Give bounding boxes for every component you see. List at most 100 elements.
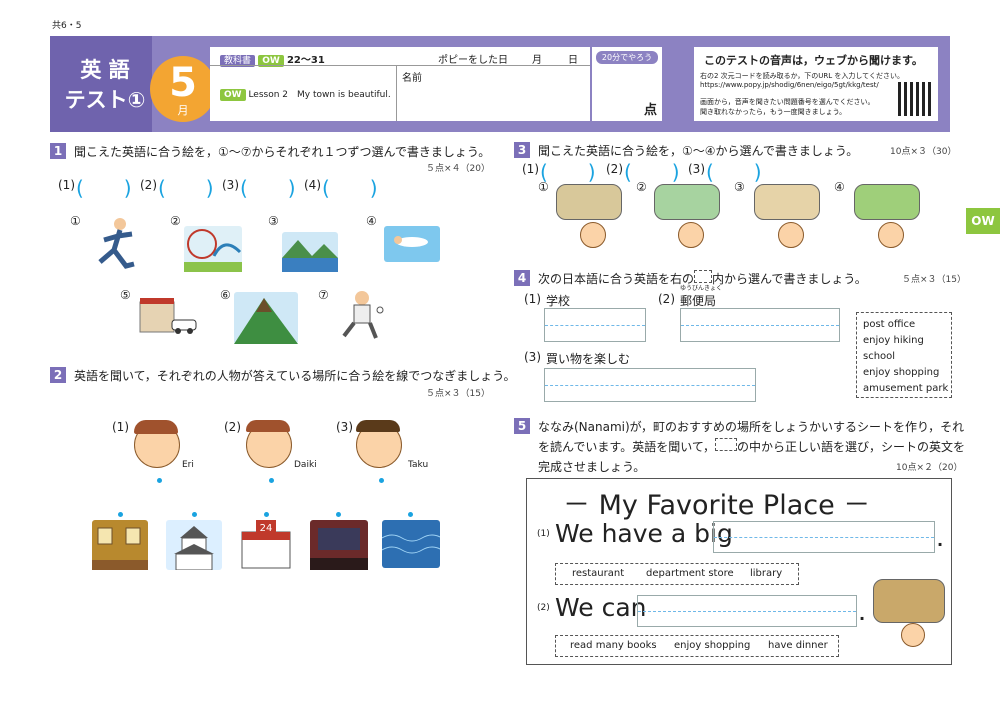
- girl-face-1: [580, 222, 606, 248]
- q1-answer-3[interactable]: ( ): [240, 172, 296, 201]
- title-line2: テスト①: [64, 88, 146, 112]
- q1-answer-label: (1): [58, 178, 75, 192]
- q2-person-number: (3): [336, 420, 353, 434]
- sheet-title: － My Favorite Place －: [563, 490, 871, 521]
- runner-picture: [90, 216, 140, 276]
- choice-school: school: [863, 351, 896, 362]
- choice-restaurant: restaurant: [572, 568, 625, 579]
- police-station-picture: [136, 296, 198, 334]
- field-picture: [854, 184, 920, 220]
- q3-answer-label: (3): [688, 162, 705, 176]
- q1-answer-4[interactable]: ( ): [322, 172, 378, 201]
- score-box: 20分でやろう 点: [592, 47, 662, 121]
- notice-url[interactable]: https://www.popy.jp/shodig/6nen/eigo/5gt…: [700, 81, 879, 89]
- q4-item-school: 学校: [546, 294, 571, 308]
- q1-answer-2[interactable]: ( ): [158, 172, 214, 201]
- connect-dot[interactable]: [118, 512, 123, 517]
- time-badge: 20分でやろう: [596, 51, 658, 64]
- q2-number: 2: [50, 367, 66, 383]
- q5-line3: 完成させましょう。: [538, 460, 646, 474]
- connect-dot[interactable]: [408, 512, 413, 517]
- q4-number: 4: [514, 270, 530, 286]
- q3-pic-label: ①: [538, 180, 549, 194]
- q4-points: ５点×３（15）: [902, 275, 966, 285]
- baseball-player-picture: [336, 290, 386, 342]
- q3-answer-2[interactable]: ( ): [624, 156, 680, 185]
- choice-enjoy-shopping: enjoy shopping: [863, 367, 940, 378]
- hiking-picture: [654, 184, 720, 220]
- month-unit: 月: [177, 104, 189, 117]
- choice-have-dinner: have dinner: [768, 640, 828, 651]
- answer-line-post-office[interactable]: [680, 308, 840, 342]
- person-name-taku: Taku: [408, 460, 429, 470]
- month-label: 月: [532, 55, 542, 66]
- q5-line1: ななみ(Nanami)が，町のおすすめの場所をしょうかいするシートを作り，それ: [538, 420, 965, 434]
- answer-line-shopping[interactable]: [544, 368, 756, 402]
- q1-pic-label: ⑦: [318, 288, 329, 302]
- choice-amusement-park: amusement park: [863, 383, 949, 394]
- connect-dot[interactable]: [269, 478, 274, 483]
- q3-pic-label: ②: [636, 180, 647, 194]
- person-name-daiki: Daiki: [294, 460, 317, 470]
- q5-number: 5: [514, 418, 530, 434]
- library-picture: [873, 579, 945, 623]
- q4-item-number: (1): [524, 292, 541, 306]
- connect-dot[interactable]: [336, 512, 341, 517]
- fishing-picture: [754, 184, 820, 220]
- q4-text-a: 次の日本語に合う英語を右の: [538, 272, 695, 286]
- qr-code[interactable]: [898, 82, 932, 116]
- q3-number: 3: [514, 142, 530, 158]
- side-tab-ow: OW: [966, 208, 1000, 234]
- answer-line-s1[interactable]: [713, 521, 935, 553]
- q3-answer-label: (1): [522, 162, 539, 176]
- q3-points: 10点×３（30）: [890, 147, 957, 157]
- q4-item-post-office: 郵便局: [680, 294, 717, 308]
- museum-picture: [92, 520, 148, 570]
- store-sign-24: 24: [260, 523, 273, 534]
- score-label: 点: [644, 103, 658, 118]
- girl-face-3: [778, 222, 804, 248]
- q4-item-number: (3): [524, 350, 541, 364]
- q1-pic-label: ①: [70, 214, 81, 228]
- q4-text-b: 内から選んで書きましょう。: [712, 272, 867, 286]
- notice-line3: 聞き取れなかったら，もう一度聞きましょう。: [700, 108, 847, 116]
- q2-points: ５点×３（15）: [426, 389, 490, 399]
- name-field[interactable]: [402, 83, 582, 117]
- title-line1: 英 語: [80, 58, 130, 82]
- lake-mountain-picture: [282, 232, 338, 272]
- answer-line-school[interactable]: [544, 308, 646, 342]
- q4-item-shopping: 買い物を楽しむ: [546, 352, 631, 366]
- q4-word-box: post office enjoy hiking school enjoy sh…: [856, 312, 952, 398]
- q5-points: 10点×２（20）: [896, 463, 963, 473]
- favorite-place-sheet: － My Favorite Place － (1) We have a big …: [526, 478, 952, 665]
- q1-number: 1: [50, 143, 66, 159]
- q5-line2b: の中から正しい語を選び，シートの英文を: [737, 440, 966, 454]
- answer-line-s2[interactable]: [637, 595, 857, 627]
- s1-period: .: [937, 531, 944, 550]
- sea-picture: [381, 520, 443, 568]
- q1-text: 聞こえた英語に合う絵を，①〜⑦からそれぞれ１つずつ選んで書きましょう。: [74, 145, 491, 159]
- connect-dot[interactable]: [264, 512, 269, 517]
- q2-person-number: (2): [224, 420, 241, 434]
- q1-answer-1[interactable]: ( ): [76, 172, 132, 201]
- connect-dot[interactable]: [192, 512, 197, 517]
- q4-item-ruby: ゆうびんきょく: [680, 285, 723, 292]
- connect-dot[interactable]: [379, 478, 384, 483]
- notice-line1: 右の2 次元コードを読み取るか，下のURL を入力してください。: [700, 72, 904, 80]
- lesson-title: Lesson 2 My town is beautiful.: [248, 90, 391, 100]
- q3-pic-label: ③: [734, 180, 745, 194]
- q4-item-number: (2): [658, 292, 675, 306]
- q1-pic-label: ②: [170, 214, 181, 228]
- s2-period: .: [859, 605, 866, 624]
- choice-enjoy-hiking: enjoy hiking: [863, 335, 924, 346]
- notice-title: このテストの音声は，ウェブから聞けます。: [704, 54, 923, 67]
- convenience-store-picture: 24: [238, 520, 294, 570]
- swimming-picture: [384, 226, 440, 262]
- connect-dot[interactable]: [157, 478, 162, 483]
- q1-pic-label: ⑤: [120, 288, 131, 302]
- girl-face-4: [878, 222, 904, 248]
- notice-line2: 画面から，音声を聞きたい問題番号を選んでください。: [700, 98, 875, 106]
- q3-pic-label: ④: [834, 180, 845, 194]
- choice-read-many-books: read many books: [570, 640, 657, 651]
- person-name-eri: Eri: [182, 460, 194, 470]
